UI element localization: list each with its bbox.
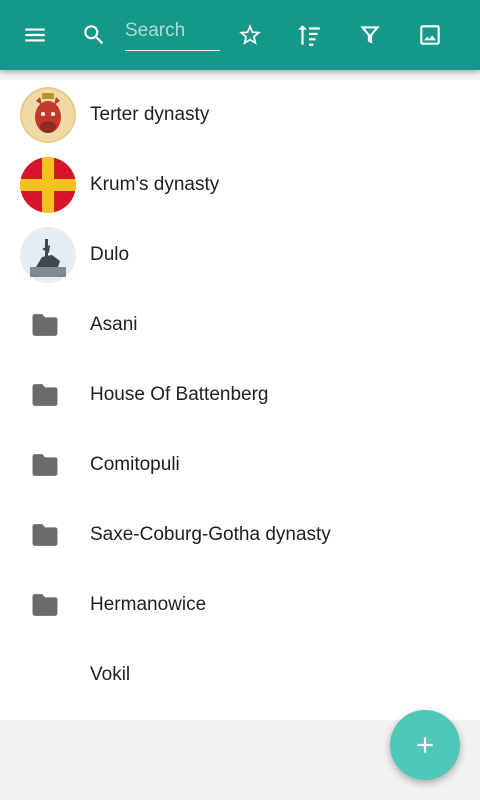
- filter-button[interactable]: [352, 17, 388, 53]
- search-button[interactable]: [76, 17, 112, 53]
- image-icon: [420, 25, 440, 45]
- filter-icon: [360, 26, 380, 44]
- list-item[interactable]: Comitopuli: [0, 430, 480, 500]
- list-item[interactable]: Terter dynasty: [0, 80, 480, 150]
- list-item-label: Asani: [90, 314, 138, 335]
- image-button[interactable]: [412, 17, 448, 53]
- terter-avatar: [20, 87, 76, 143]
- krum-avatar: [20, 157, 76, 213]
- star-icon: [239, 24, 261, 45]
- dulo-avatar: [20, 227, 76, 283]
- list-item-label: Saxe-Coburg-Gotha dynasty: [90, 524, 331, 545]
- list-item[interactable]: Saxe-Coburg-Gotha dynasty: [0, 500, 480, 570]
- search-input[interactable]: [125, 14, 220, 48]
- add-button[interactable]: [390, 710, 460, 780]
- folder-icon: [32, 593, 58, 617]
- menu-icon: [25, 28, 45, 42]
- folder-icon: [32, 313, 58, 337]
- list-item-label: Terter dynasty: [90, 104, 210, 125]
- sort-icon: [298, 25, 320, 46]
- sort-button[interactable]: [291, 17, 327, 53]
- list-item-label: Dulo: [90, 244, 130, 265]
- list-item[interactable]: Asani: [0, 290, 480, 360]
- folder-icon: [32, 383, 58, 407]
- folder-icon: [32, 453, 58, 477]
- list-item-label: Hermanowice: [90, 594, 207, 615]
- plus-icon: [417, 737, 433, 753]
- menu-button[interactable]: [17, 17, 53, 53]
- list-item-label: Comitopuli: [90, 454, 180, 475]
- dynasty-list: Terter dynasty Krum's dynasty Dulo Asani…: [0, 80, 480, 720]
- search-icon: [84, 25, 104, 45]
- list-item-label: Vokil: [90, 664, 131, 685]
- list-item-label: Krum's dynasty: [90, 174, 220, 195]
- app-bar: [0, 0, 480, 70]
- search-field: [125, 14, 220, 51]
- list-item[interactable]: Krum's dynasty: [0, 150, 480, 220]
- list-item[interactable]: House Of Battenberg: [0, 360, 480, 430]
- list-item[interactable]: Hermanowice: [0, 570, 480, 640]
- favorites-button[interactable]: [232, 17, 268, 53]
- list-item-label: House Of Battenberg: [90, 384, 269, 405]
- folder-icon: [32, 523, 58, 547]
- list-item[interactable]: Vokil: [0, 640, 480, 710]
- list-item[interactable]: Dulo: [0, 220, 480, 290]
